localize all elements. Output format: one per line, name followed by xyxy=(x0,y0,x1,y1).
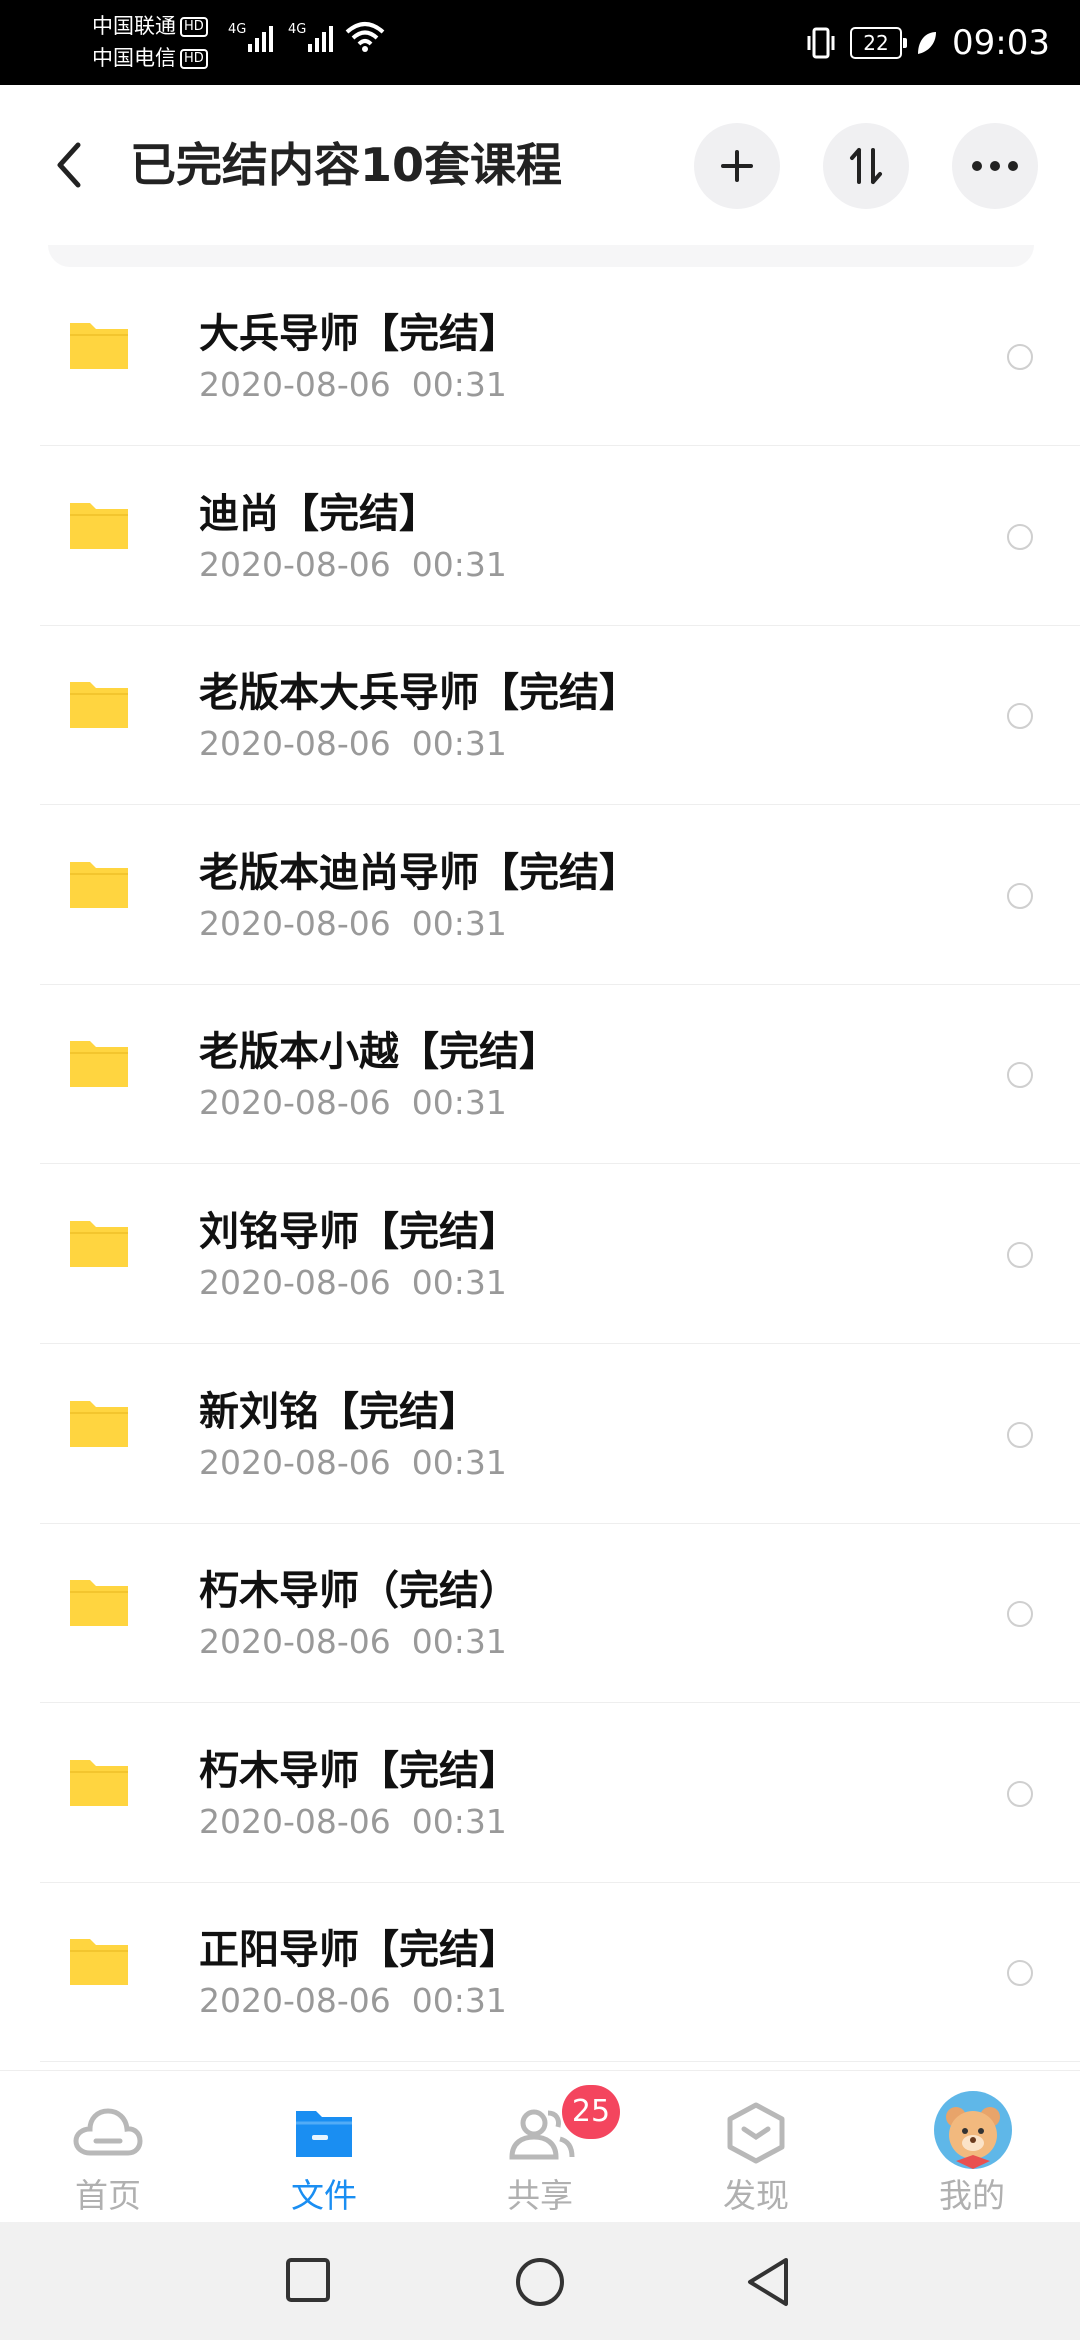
bear-avatar-icon xyxy=(946,2107,1000,2169)
carrier-info: 中国联通 HD 中国电信 HD xyxy=(92,10,208,74)
tab-label: 文件 xyxy=(291,2176,357,2215)
back-icon[interactable] xyxy=(46,135,96,195)
tab-label: 发现 xyxy=(723,2176,789,2215)
file-row[interactable]: 新刘铭【完结】 2020-08-06 00:31 xyxy=(0,1345,1080,1524)
recents-icon[interactable] xyxy=(284,2256,332,2304)
file-row[interactable]: 大兵导师【完结】 2020-08-06 00:31 xyxy=(0,267,1080,446)
folder-icon xyxy=(70,1400,128,1447)
select-radio[interactable] xyxy=(1007,1421,1033,1448)
file-date: 2020-08-06 00:31 xyxy=(199,1801,507,1841)
tab-me[interactable]: 我的 xyxy=(864,2071,1080,2223)
status-bar: 中国联通 HD 中国电信 HD 4G 4G 22 09:03 xyxy=(0,0,1080,85)
folder-icon xyxy=(296,2111,352,2157)
folder-icon xyxy=(70,1221,128,1267)
file-name: 老版本迪尚导师【完结】 xyxy=(199,849,639,896)
plus-icon xyxy=(721,150,753,182)
select-radio[interactable] xyxy=(1007,1242,1033,1268)
file-name: 刘铭导师【完结】 xyxy=(199,1209,519,1255)
file-date: 2020-08-06 00:31 xyxy=(199,1263,507,1302)
file-date: 2020-08-06 00:31 xyxy=(199,1622,507,1662)
file-row[interactable]: 正阳导师【完结】 2020-08-06 00:31 xyxy=(0,1883,1080,2063)
file-date: 2020-08-06 00:31 xyxy=(199,544,507,584)
home-icon[interactable] xyxy=(514,2256,566,2308)
leaf-icon xyxy=(918,31,937,54)
select-radio[interactable] xyxy=(1007,1960,1033,1987)
hd-badge: HD xyxy=(180,17,208,37)
signal-icon xyxy=(248,18,273,52)
folder-icon xyxy=(70,1580,128,1627)
select-radio[interactable] xyxy=(1007,882,1033,909)
folder-icon xyxy=(70,682,128,729)
add-button[interactable] xyxy=(694,123,780,209)
file-list[interactable]: 大兵导师【完结】 2020-08-06 00:31 迪尚【完结】 2020-08-06… xyxy=(0,245,1080,2070)
more-button[interactable] xyxy=(952,123,1038,209)
system-nav-bar xyxy=(0,2222,1080,2340)
tab-discover[interactable]: 发现 xyxy=(648,2071,864,2223)
signal-icon xyxy=(308,18,333,52)
file-name: 朽木导师【完结】 xyxy=(199,1747,519,1794)
select-radio[interactable] xyxy=(1007,523,1033,550)
sort-button[interactable] xyxy=(823,123,909,209)
network-type-2: 4G xyxy=(288,22,307,37)
app-header: 已完结内容10套课程 xyxy=(0,85,1080,245)
file-date: 2020-08-06 00:31 xyxy=(199,1083,507,1123)
discover-icon xyxy=(727,2102,785,2164)
battery-indicator: 22 xyxy=(850,26,908,59)
tab-label: 共享 xyxy=(507,2176,573,2215)
folder-icon xyxy=(70,1041,128,1088)
hd-badge: HD xyxy=(180,49,208,69)
carrier-1: 中国联通 xyxy=(92,14,176,38)
file-row[interactable]: 迪尚【完结】 2020-08-06 00:31 xyxy=(0,447,1080,626)
file-date: 2020-08-06 00:31 xyxy=(199,1442,507,1482)
file-name: 老版本大兵导师【完结】 xyxy=(199,670,639,717)
vibrate-icon xyxy=(807,27,835,58)
search-bar-edge xyxy=(48,245,1034,267)
file-name: 迪尚【完结】 xyxy=(199,490,439,537)
folder-icon xyxy=(70,502,128,549)
folder-icon xyxy=(70,323,128,369)
more-icon xyxy=(972,161,1018,171)
file-date: 2020-08-06 00:31 xyxy=(199,1981,507,2021)
file-date: 2020-08-06 00:31 xyxy=(199,724,507,764)
cloud-icon xyxy=(73,2108,143,2156)
file-row[interactable]: 老版本迪尚导师【完结】 2020-08-06 00:31 xyxy=(0,806,1080,985)
clock: 09:03 xyxy=(952,22,1050,63)
folder-icon xyxy=(70,861,128,908)
file-name: 大兵导师【完结】 xyxy=(199,311,519,357)
file-date: 2020-08-06 00:31 xyxy=(199,365,507,404)
select-radio[interactable] xyxy=(1007,344,1033,370)
row-divider xyxy=(40,2061,1080,2063)
file-name: 朽木导师（完结） xyxy=(199,1568,519,1615)
sort-icon xyxy=(850,148,882,184)
network-type-1: 4G xyxy=(228,22,247,37)
tab-home[interactable]: 首页 xyxy=(0,2071,216,2223)
file-row[interactable]: 刘铭导师【完结】 2020-08-06 00:31 xyxy=(0,1165,1080,1344)
file-date: 2020-08-06 00:31 xyxy=(199,903,507,943)
bottom-nav: 首页 文件 25 共享 发现 我的 xyxy=(0,2070,1080,2223)
select-radio[interactable] xyxy=(1007,1780,1033,1807)
select-radio[interactable] xyxy=(1007,1062,1033,1089)
tab-label: 我的 xyxy=(939,2176,1005,2215)
avatar xyxy=(934,2091,1012,2169)
folder-icon xyxy=(70,1759,128,1806)
file-row[interactable]: 老版本大兵导师【完结】 2020-08-06 00:31 xyxy=(0,626,1080,806)
file-name: 新刘铭【完结】 xyxy=(199,1388,479,1435)
file-row[interactable]: 朽木导师【完结】 2020-08-06 00:31 xyxy=(0,1704,1080,1883)
file-name: 老版本小越【完结】 xyxy=(199,1029,559,1076)
file-name: 正阳导师【完结】 xyxy=(199,1927,519,1974)
folder-icon xyxy=(70,1939,128,1986)
tab-share[interactable]: 25 共享 xyxy=(432,2071,648,2223)
wifi-icon xyxy=(345,22,385,52)
share-badge: 25 xyxy=(562,2085,620,2139)
back-nav-icon[interactable] xyxy=(744,2256,792,2308)
file-row[interactable]: 老版本小越【完结】 2020-08-06 00:31 xyxy=(0,985,1080,1165)
page-title: 已完结内容10套课程 xyxy=(130,138,563,192)
tab-files[interactable]: 文件 xyxy=(216,2071,432,2223)
carrier-2: 中国电信 xyxy=(92,46,176,70)
file-row[interactable]: 朽木导师（完结） 2020-08-06 00:31 xyxy=(0,1524,1080,1704)
select-radio[interactable] xyxy=(1007,1601,1033,1628)
select-radio[interactable] xyxy=(1007,703,1033,730)
tab-label: 首页 xyxy=(75,2176,141,2215)
